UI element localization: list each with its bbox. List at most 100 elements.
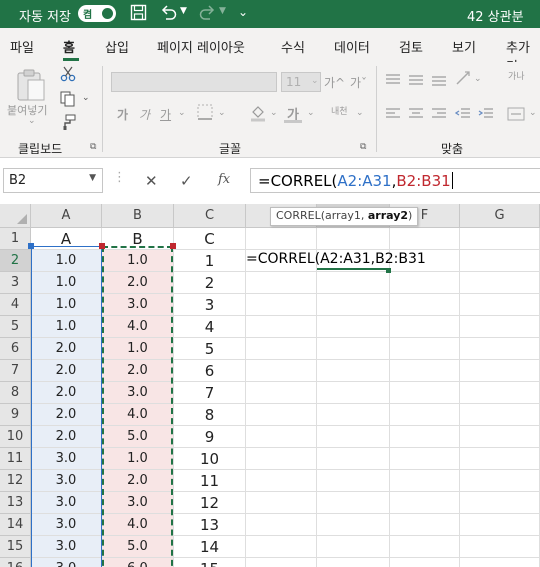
cell[interactable] [390, 514, 460, 536]
column-header[interactable]: B [102, 204, 174, 228]
row-header[interactable]: 5 [0, 316, 31, 338]
cell[interactable] [390, 360, 460, 382]
cell[interactable] [460, 426, 540, 448]
undo-dropdown-icon[interactable]: ▼ [180, 6, 187, 16]
copy-dropdown-icon[interactable]: ⌄ [82, 93, 90, 103]
paste-dropdown-icon[interactable]: ⌄ [28, 116, 36, 126]
row-header[interactable]: 2 [0, 250, 31, 272]
cell[interactable]: 15 [174, 558, 246, 567]
cell[interactable]: 9 [174, 426, 246, 448]
cell[interactable] [390, 492, 460, 514]
row-header[interactable]: 8 [0, 382, 31, 404]
tab-insert[interactable]: 삽입 [105, 37, 129, 56]
customize-toolbar-icon[interactable]: ⌄ [238, 5, 248, 19]
clipboard-launcher-icon[interactable]: ⧉ [90, 142, 96, 152]
cell[interactable] [317, 338, 390, 360]
cell[interactable] [390, 536, 460, 558]
cell[interactable] [317, 492, 390, 514]
cut-icon[interactable] [60, 66, 76, 86]
cell[interactable] [246, 360, 317, 382]
tab-view[interactable]: 보기 [452, 37, 476, 56]
cell[interactable] [460, 316, 540, 338]
cell[interactable]: 11 [174, 470, 246, 492]
cell[interactable] [317, 382, 390, 404]
cell[interactable] [460, 536, 540, 558]
cell[interactable] [246, 536, 317, 558]
cell[interactable] [390, 338, 460, 360]
cell[interactable]: 4 [174, 316, 246, 338]
cell[interactable] [317, 470, 390, 492]
cell[interactable] [317, 272, 390, 294]
cell[interactable] [246, 272, 317, 294]
cell[interactable] [460, 558, 540, 567]
cell[interactable] [317, 558, 390, 567]
cell[interactable] [460, 272, 540, 294]
cell[interactable] [460, 448, 540, 470]
row-header[interactable]: 3 [0, 272, 31, 294]
cell[interactable] [317, 404, 390, 426]
cell[interactable] [246, 514, 317, 536]
cell[interactable] [390, 404, 460, 426]
cell[interactable]: 7 [174, 382, 246, 404]
cell[interactable] [460, 338, 540, 360]
save-icon[interactable] [130, 4, 147, 25]
formula-input[interactable]: =CORREL(A2:A31,B2:B31 [250, 168, 540, 193]
cell[interactable] [246, 448, 317, 470]
cell[interactable] [460, 360, 540, 382]
row-header[interactable]: 4 [0, 294, 31, 316]
row-header[interactable]: 14 [0, 514, 31, 536]
cell[interactable]: 13 [174, 514, 246, 536]
undo-icon[interactable] [160, 4, 178, 25]
cell[interactable] [246, 382, 317, 404]
cell[interactable] [460, 228, 540, 250]
range-b-handle[interactable] [170, 243, 176, 249]
row-header[interactable]: 9 [0, 404, 31, 426]
format-painter-icon[interactable] [60, 114, 76, 134]
cell[interactable] [317, 360, 390, 382]
cell[interactable] [460, 470, 540, 492]
column-header[interactable]: G [460, 204, 540, 228]
cell[interactable]: 12 [174, 492, 246, 514]
font-launcher-icon[interactable]: ⧉ [360, 142, 366, 152]
row-header[interactable]: 15 [0, 536, 31, 558]
cell[interactable] [246, 316, 317, 338]
tab-file[interactable]: 파일 [10, 37, 34, 56]
cell[interactable]: 10 [174, 448, 246, 470]
enter-icon[interactable]: ✓ [180, 172, 193, 190]
fill-handle[interactable] [386, 268, 391, 273]
cell[interactable] [317, 514, 390, 536]
tab-data[interactable]: 데이터 [334, 37, 370, 56]
cell[interactable] [460, 514, 540, 536]
cell[interactable] [246, 294, 317, 316]
cell[interactable] [390, 272, 460, 294]
tab-formulas[interactable]: 수식 [281, 37, 305, 56]
cell[interactable] [246, 426, 317, 448]
autosave-toggle[interactable]: 켬 [78, 5, 116, 22]
cell[interactable] [460, 250, 540, 272]
cell[interactable]: 3 [174, 294, 246, 316]
cell[interactable] [390, 470, 460, 492]
insert-function-icon[interactable]: fx [218, 172, 230, 187]
tab-page-layout[interactable]: 페이지 레이아웃 [157, 37, 245, 56]
name-box[interactable]: B2 ▼ [3, 168, 103, 193]
cell[interactable] [317, 426, 390, 448]
row-header[interactable]: 6 [0, 338, 31, 360]
tab-review[interactable]: 검토 [399, 37, 423, 56]
cell[interactable] [246, 558, 317, 567]
row-header[interactable]: 1 [0, 228, 31, 250]
cell[interactable] [317, 536, 390, 558]
cell[interactable] [246, 470, 317, 492]
row-header[interactable]: 12 [0, 470, 31, 492]
row-header[interactable]: 11 [0, 448, 31, 470]
tab-home[interactable]: 홈 [63, 37, 75, 56]
cell[interactable]: 5 [174, 338, 246, 360]
cell[interactable] [460, 382, 540, 404]
range-b-handle[interactable] [99, 243, 105, 249]
cell[interactable] [246, 404, 317, 426]
cell[interactable]: 8 [174, 404, 246, 426]
range-a-handle[interactable] [28, 243, 34, 249]
cell[interactable]: 6 [174, 360, 246, 382]
paste-icon[interactable] [15, 68, 47, 106]
name-box-dropdown-icon[interactable]: ▼ [89, 173, 96, 183]
cell[interactable]: 1 [174, 250, 246, 272]
